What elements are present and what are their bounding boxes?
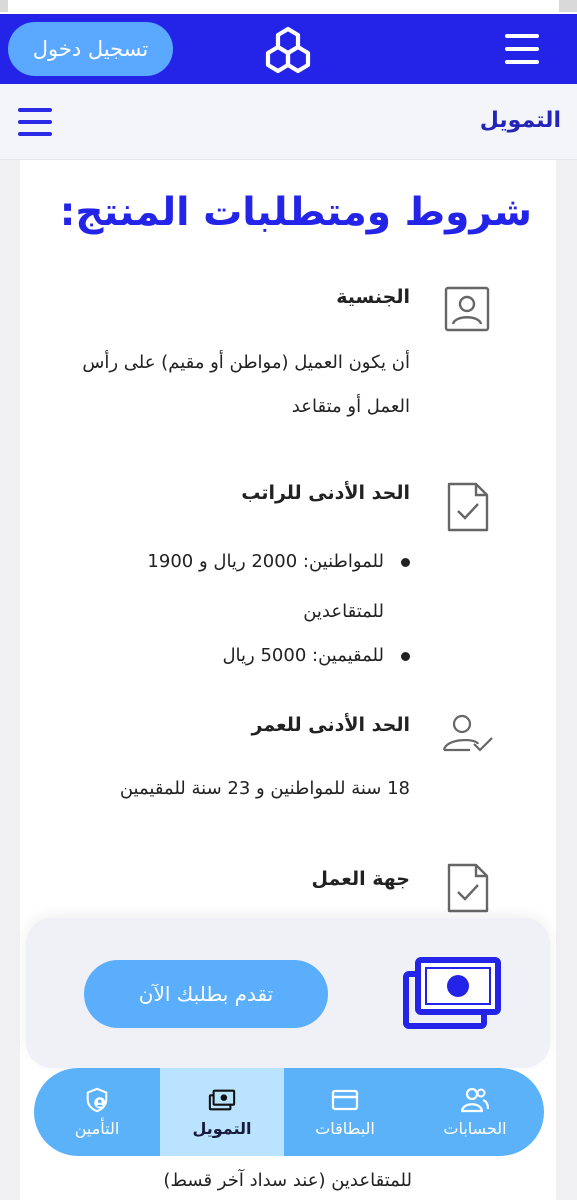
section-title[interactable]: التمويل	[480, 108, 561, 133]
document-check-icon	[447, 482, 489, 532]
credit-card-icon	[331, 1089, 359, 1110]
status-bar	[0, 0, 577, 14]
status-indicator	[559, 0, 577, 12]
id-card-icon	[444, 286, 490, 332]
shield-user-icon	[86, 1087, 108, 1112]
requirement-title: الحد الأدنى للراتب	[241, 482, 410, 504]
requirement-text: أن يكون العميل (مواطن أو مقيم) على رأس	[82, 352, 410, 373]
requirement-text: 18 سنة للمواطنين و 23 سنة للمقيمين	[119, 778, 410, 799]
list-item: للمواطنين: 2000 ريال و 1900 للمتقاعدين	[60, 537, 410, 637]
nav-item-finance[interactable]: التمويل	[160, 1068, 284, 1156]
apply-panel: تقدم بطلبك الآن	[26, 918, 550, 1068]
requirement-title: الحد الأدنى للعمر	[251, 714, 411, 736]
money-stack-icon	[403, 957, 501, 1029]
nav-label: البطاقات	[315, 1118, 375, 1138]
section-header: التمويل	[0, 84, 577, 160]
user-check-icon	[442, 714, 493, 752]
nav-label: التمويل	[192, 1118, 252, 1138]
list-item: للمقيمين: 5000 ريال	[60, 631, 410, 681]
nav-item-insurance[interactable]: التأمين	[34, 1068, 160, 1156]
requirement-text: العمل أو متقاعد	[291, 396, 410, 417]
document-check-icon	[447, 863, 489, 913]
bank-logo-icon[interactable]	[264, 26, 312, 74]
bullet-line: للمقيمين: 5000 ريال	[222, 645, 384, 666]
money-icon	[208, 1089, 236, 1110]
status-indicator	[0, 0, 8, 12]
nav-label: التأمين	[74, 1118, 120, 1138]
requirement-title: جهة العمل	[311, 868, 410, 890]
bottom-navigation: الحسابات البطاقات التمويل التأمين	[34, 1068, 544, 1156]
hamburger-menu-icon[interactable]	[505, 34, 539, 64]
requirement-text: للمتقاعدين (عند سداد آخر قسط)	[163, 1170, 412, 1191]
login-button[interactable]: تسجيل دخول	[8, 22, 173, 76]
top-header: تسجيل دخول	[0, 14, 577, 84]
nav-label: الحسابات	[443, 1118, 507, 1138]
bullet-line: للمتقاعدين	[303, 601, 384, 622]
bullet-line: للمواطنين: 2000 ريال و 1900	[147, 551, 384, 572]
hamburger-menu-icon[interactable]	[18, 108, 52, 136]
nav-item-accounts[interactable]: الحسابات	[406, 1068, 544, 1156]
page-title: شروط ومتطلبات المنتج:	[59, 190, 532, 235]
users-icon	[461, 1087, 489, 1112]
nav-item-cards[interactable]: البطاقات	[284, 1068, 406, 1156]
requirement-title: الجنسية	[336, 286, 410, 308]
apply-now-button[interactable]: تقدم بطلبك الآن	[84, 960, 328, 1028]
